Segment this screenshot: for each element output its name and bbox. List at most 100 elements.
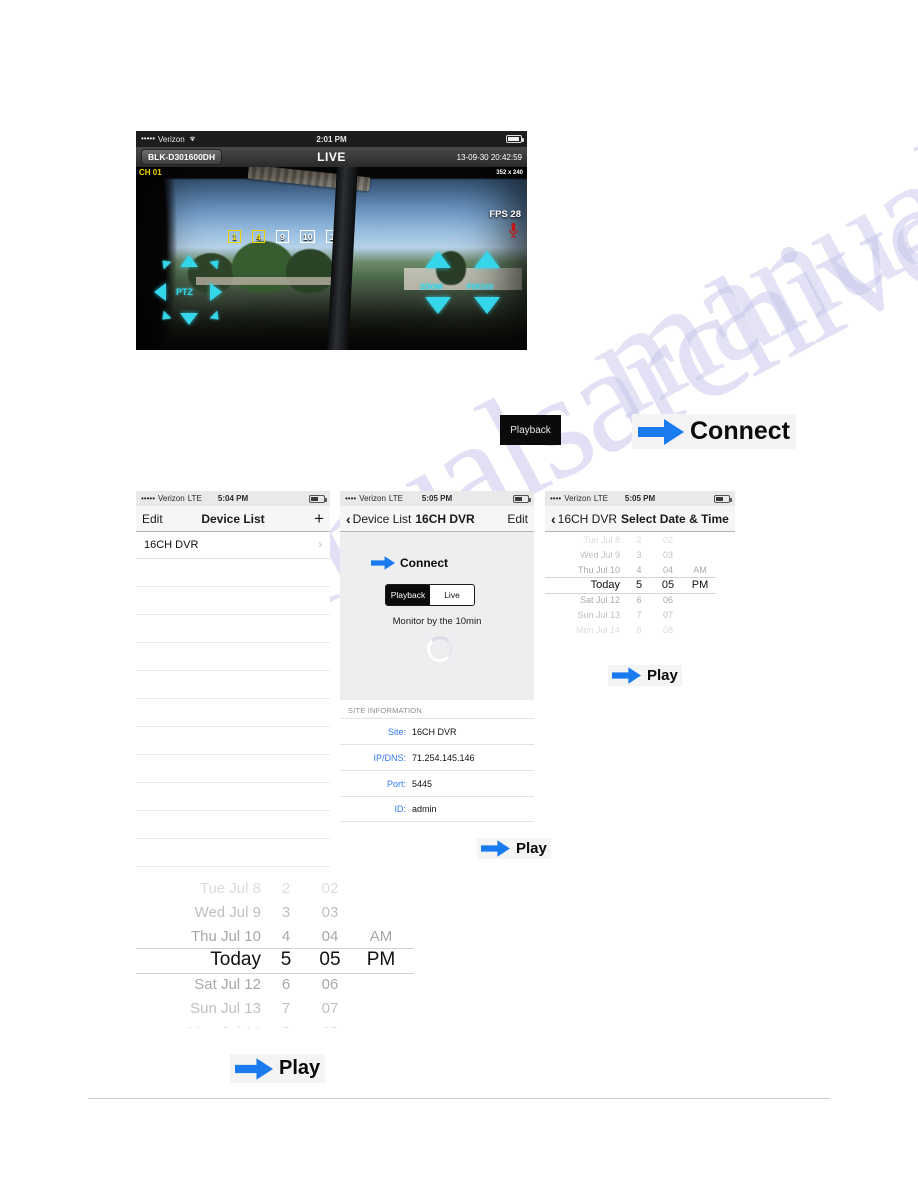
channel-button-4[interactable]: 4 bbox=[252, 230, 265, 243]
loading-spinner-icon bbox=[427, 636, 453, 662]
picker-row[interactable]: Mon Jul 14808 bbox=[130, 1020, 420, 1029]
date-time-picker-large[interactable]: Tue Jul 8 2 02 Wed Jul 9 3 03 Thu Jul 10 4 04 AM T… bbox=[130, 876, 420, 1028]
device-list-empty-row bbox=[136, 727, 330, 755]
triangle-up-right-icon[interactable] bbox=[209, 256, 223, 270]
picker-hour-cell: 5 bbox=[280, 949, 292, 970]
device-list-empty-row bbox=[136, 699, 330, 727]
channel-button-1[interactable]: 1 bbox=[228, 230, 241, 243]
date-time-picker-small[interactable]: Tue Jul 8 2 02 Wed Jul 9 3 03 Thu Jul 10 4 04 AM T… bbox=[545, 532, 716, 642]
device-list-nav-bar: Edit Device List + bbox=[136, 506, 330, 532]
picker-row[interactable]: Sat Jul 12 6 06 bbox=[545, 592, 716, 607]
zoom-in-icon[interactable] bbox=[425, 251, 451, 268]
picker-row[interactable]: Sun Jul 13 7 07 bbox=[130, 996, 420, 1020]
play-label: Play bbox=[516, 840, 547, 857]
picker-row[interactable]: Wed Jul 9 3 03 bbox=[545, 547, 716, 562]
picker-hour-cell: 3 bbox=[636, 549, 642, 560]
picker-meridiem-cell: PM bbox=[366, 949, 396, 970]
connect-callout-label: Connect bbox=[690, 417, 790, 445]
triangle-down-icon[interactable] bbox=[180, 313, 198, 325]
triangle-up-icon[interactable] bbox=[180, 255, 198, 267]
site-info-key: Site: bbox=[387, 726, 406, 737]
picker-row[interactable]: Tue Jul 8 2 02 bbox=[130, 876, 420, 900]
picker-row[interactable]: Today 5 05 PM bbox=[130, 948, 420, 972]
site-information-header: SITE INFORMATION bbox=[348, 706, 422, 715]
picker-minute-cell: 02 bbox=[321, 879, 339, 897]
picker-hour-cell: 7 bbox=[636, 609, 642, 620]
microphone-icon[interactable] bbox=[509, 223, 518, 238]
add-device-button[interactable]: + bbox=[314, 510, 324, 527]
page-title: Select Date & Time bbox=[621, 511, 729, 526]
device-list-empty-row bbox=[136, 839, 330, 867]
picker-row[interactable]: Sat Jul 12 6 06 bbox=[130, 972, 420, 996]
picker-date-cell: Sun Jul 13 bbox=[190, 999, 261, 1017]
picker-row[interactable]: Thu Jul 10 4 04 AM bbox=[130, 924, 420, 948]
page-title: 16CH DVR bbox=[415, 511, 475, 526]
live-status-bar: ••••• Verizon 2:01 PM bbox=[136, 131, 527, 147]
resolution-label: 352 x 240 bbox=[496, 170, 523, 176]
picker-minute-cell: 07 bbox=[662, 609, 673, 620]
picker-date-cell: Mon Jul 14 bbox=[143, 1024, 267, 1029]
site-information-section: SITE INFORMATION Site: 16CH DVR IP/DNS: 71.… bbox=[340, 700, 534, 822]
segment-live[interactable]: Live bbox=[430, 585, 474, 605]
status-bar-time: 5:05 PM bbox=[421, 494, 453, 503]
site-info-row: Port: 5445 bbox=[340, 770, 534, 796]
device-name: 16CH DVR bbox=[144, 539, 199, 551]
picker-row[interactable]: Tue Jul 8 2 02 bbox=[545, 532, 716, 547]
zoom-out-icon[interactable] bbox=[425, 297, 451, 314]
triangle-up-left-icon[interactable] bbox=[158, 256, 172, 270]
site-info-key: IP/DNS: bbox=[373, 752, 406, 763]
triangle-down-right-icon[interactable] bbox=[209, 310, 223, 324]
zoom-label: ZOOM bbox=[420, 282, 443, 291]
picker-row[interactable]: Today 5 05 PM bbox=[545, 577, 716, 592]
picker-date-cell: Today bbox=[210, 949, 261, 970]
picker-row[interactable]: Sun Jul 13 7 07 bbox=[545, 607, 716, 622]
picker-hour-cell: 5 bbox=[635, 578, 643, 591]
mode-segmented-control[interactable]: Playback Live bbox=[385, 584, 475, 606]
channel-button-16[interactable]: 16 bbox=[326, 230, 342, 243]
device-list-row[interactable]: 16CH DVR › bbox=[136, 532, 330, 559]
segment-playback[interactable]: Playback bbox=[386, 585, 430, 605]
back-chevron-icon[interactable]: ‹ bbox=[551, 511, 556, 527]
playback-callout-chip[interactable]: Playback bbox=[500, 415, 561, 445]
picker-date-cell: Wed Jul 9 bbox=[194, 903, 261, 921]
picker-date-cell: Sat Jul 12 bbox=[194, 975, 261, 993]
picker-meridiem-cell: PM bbox=[691, 578, 709, 591]
ptz-control[interactable]: PTZ bbox=[152, 255, 234, 333]
status-bar-time: 2:01 PM bbox=[316, 134, 347, 144]
fps-label: FPS 28 bbox=[489, 209, 521, 220]
device-list-empty-row bbox=[136, 671, 330, 699]
edit-button[interactable]: Edit bbox=[142, 512, 163, 526]
device-list-rows: 16CH DVR › bbox=[136, 532, 330, 867]
battery-icon bbox=[506, 135, 524, 143]
live-timestamp: 13-09-30 20:42:59 bbox=[456, 152, 522, 162]
focus-near-icon[interactable] bbox=[474, 251, 500, 268]
picker-date-cell: Mon Jul 14 bbox=[575, 624, 620, 635]
triangle-down-left-icon[interactable] bbox=[158, 310, 172, 324]
device-list-status-bar: ••••• Verizon LTE 5:04 PM bbox=[136, 491, 330, 506]
triangle-left-icon[interactable] bbox=[154, 283, 166, 301]
triangle-right-icon[interactable] bbox=[210, 283, 222, 301]
edit-button[interactable]: Edit bbox=[507, 512, 528, 526]
date-panel-nav-bar: ‹ 16CH DVR Select Date & Time bbox=[545, 506, 735, 532]
connect-callout: Connect bbox=[632, 414, 796, 449]
back-label[interactable]: 16CH DVR bbox=[558, 512, 617, 526]
arrow-right-icon bbox=[235, 1057, 273, 1080]
picker-row[interactable]: Wed Jul 9 3 03 bbox=[130, 900, 420, 924]
picker-row[interactable]: Mon Jul 14808 bbox=[545, 622, 716, 637]
back-label[interactable]: Device List bbox=[353, 512, 412, 526]
picker-row[interactable]: Thu Jul 10 4 04 AM bbox=[545, 562, 716, 577]
focus-far-icon[interactable] bbox=[474, 297, 500, 314]
back-chevron-icon[interactable]: ‹ bbox=[346, 511, 351, 527]
picker-minute-cell: 02 bbox=[662, 534, 673, 545]
channel-selector[interactable]: 1 4 9 10 16 bbox=[228, 230, 342, 243]
picker-date-cell: Tue Jul 8 bbox=[583, 534, 620, 545]
device-list-empty-row bbox=[136, 755, 330, 783]
channel-button-10[interactable]: 10 bbox=[300, 230, 316, 243]
device-list-empty-row bbox=[136, 559, 330, 587]
channel-button-9[interactable]: 9 bbox=[276, 230, 289, 243]
live-video-area[interactable]: CH 01 352 x 240 FPS 28 1 4 9 10 16 PTZ ZOO bbox=[136, 167, 527, 350]
picker-minute-cell: 06 bbox=[662, 594, 673, 605]
picker-minute-cell: 05 bbox=[319, 949, 341, 970]
zoom-focus-controls[interactable]: ZOOM FOCUS bbox=[417, 251, 517, 333]
device-list-panel: ••••• Verizon LTE 5:04 PM Edit Device Li… bbox=[136, 491, 330, 867]
